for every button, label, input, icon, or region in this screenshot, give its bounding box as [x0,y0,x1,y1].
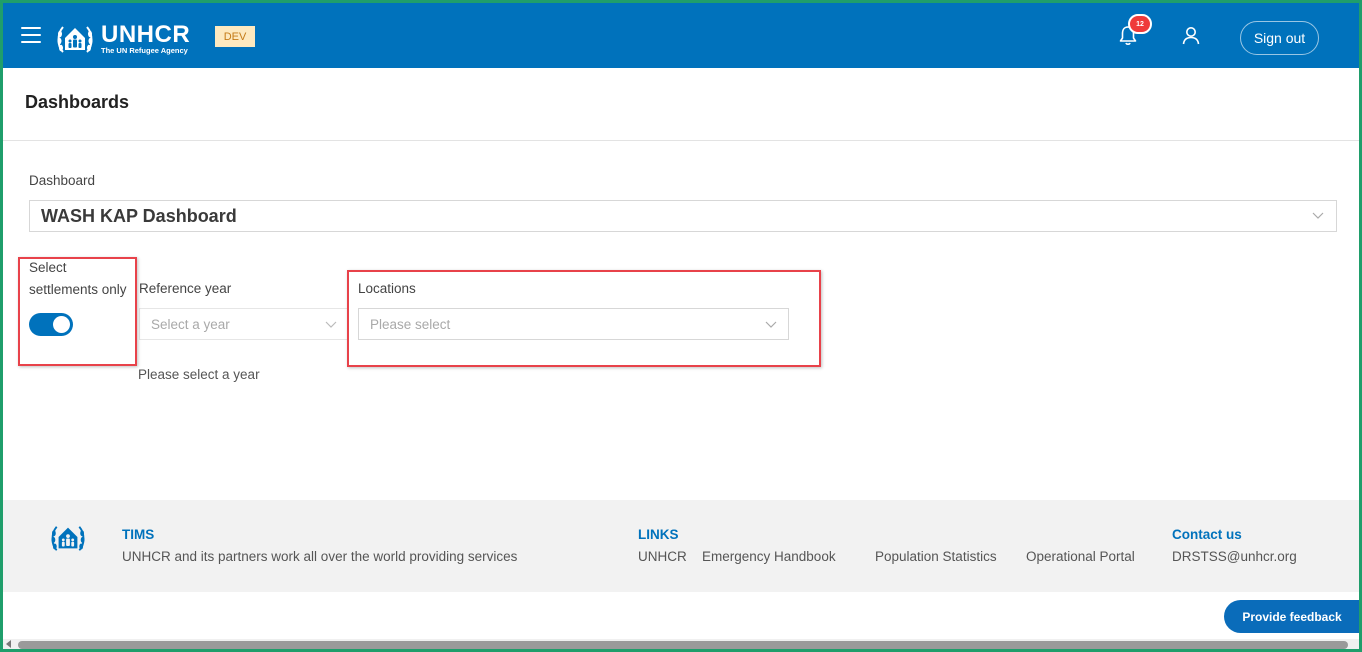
footer-link-population-statistics[interactable]: Population Statistics [875,549,997,564]
top-navigation-bar: UNHCR The UN Refugee Agency DEV 12 Sign … [3,3,1359,68]
divider [3,140,1359,141]
scrollbar-thumb[interactable] [18,641,1348,649]
locations-label: Locations [358,281,416,296]
environment-badge: DEV [215,26,255,47]
footer-link-unhcr[interactable]: UNHCR [638,549,687,564]
reference-year-select[interactable]: Select a year [139,308,348,340]
logo-name: UNHCR [101,20,191,48]
menu-icon[interactable] [21,27,41,43]
settlements-label-line1: Select [29,260,67,275]
dashboard-field-label: Dashboard [29,173,96,188]
provide-feedback-button[interactable]: Provide feedback [1224,600,1360,633]
footer-link-operational-portal[interactable]: Operational Portal [1026,549,1135,564]
logo-subtitle: The UN Refugee Agency [101,45,188,55]
notification-count-badge[interactable]: 12 [1128,14,1152,34]
user-icon[interactable] [1179,24,1203,48]
chevron-down-icon [765,321,777,328]
locations-placeholder: Please select [370,317,451,332]
page-title: Dashboards [25,92,130,112]
settlements-only-toggle[interactable] [29,313,73,336]
reference-year-placeholder: Select a year [151,317,230,332]
reference-year-hint: Please select a year [138,367,260,382]
toggle-knob [53,316,70,333]
footer-tims-heading: TIMS [122,527,155,542]
footer: TIMS UNHCR and its partners work all ove… [3,500,1359,592]
unhcr-logo[interactable]: UNHCR The UN Refugee Agency [55,21,190,57]
unhcr-logo-icon [51,526,85,551]
dashboard-select-value: WASH KAP Dashboard [41,206,237,226]
scroll-left-arrow-icon[interactable] [6,640,11,648]
chevron-down-icon [1312,212,1324,219]
settlements-only-label: Select settlements only [29,257,139,301]
dashboard-select[interactable]: WASH KAP Dashboard [29,200,1337,232]
unhcr-logo-icon [57,26,93,53]
horizontal-scrollbar[interactable] [3,639,1359,649]
footer-contact-email[interactable]: DRSTSS@unhcr.org [1172,549,1297,564]
footer-contact-heading: Contact us [1172,527,1242,542]
footer-tims-text: UNHCR and its partners work all over the… [122,549,518,564]
footer-links-heading: LINKS [638,527,679,542]
reference-year-label: Reference year [139,281,232,296]
settlements-label-line2: settlements only [29,282,127,297]
chevron-down-icon [325,321,337,328]
sign-out-button[interactable]: Sign out [1240,21,1319,55]
locations-select[interactable]: Please select [358,308,789,340]
footer-link-emergency-handbook[interactable]: Emergency Handbook [702,549,836,564]
